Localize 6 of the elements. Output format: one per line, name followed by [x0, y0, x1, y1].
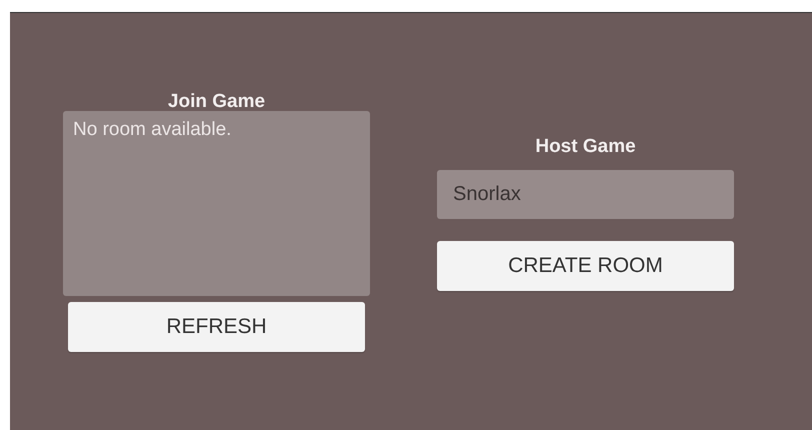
- room-name-field[interactable]: Snorlax: [437, 170, 734, 219]
- join-game-title: Join Game: [168, 91, 266, 113]
- room-list-message: No room available.: [73, 119, 232, 141]
- refresh-button[interactable]: REFRESH: [68, 302, 365, 352]
- create-room-button[interactable]: CREATE ROOM: [437, 241, 734, 291]
- host-game-title: Host Game: [535, 136, 636, 158]
